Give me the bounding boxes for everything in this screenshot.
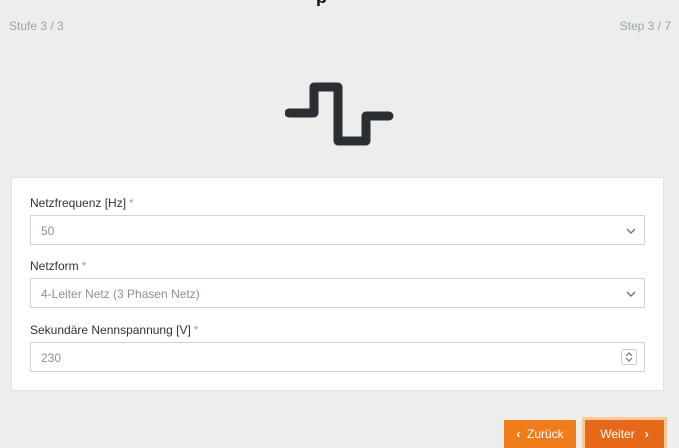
- next-button[interactable]: Weiter ›: [585, 420, 664, 448]
- square-wave-icon: [285, 82, 394, 146]
- cut-off-title-glyph: p: [316, 0, 327, 6]
- secondary-voltage-input[interactable]: 230: [30, 342, 645, 372]
- back-button[interactable]: ‹ Zurück: [504, 420, 576, 448]
- chevron-right-icon: ›: [644, 427, 649, 441]
- top-cut-off-title: p: [0, 0, 679, 6]
- number-stepper[interactable]: [621, 349, 637, 365]
- required-mark: *: [129, 196, 134, 210]
- network-type-select[interactable]: 4-Leiter Netz (3 Phasen Netz): [30, 278, 645, 308]
- frequency-value: 50: [41, 224, 55, 238]
- network-type-value: 4-Leiter Netz (3 Phasen Netz): [41, 287, 200, 301]
- frequency-select[interactable]: 50: [30, 215, 645, 245]
- secondary-voltage-label-text: Sekundäre Nennspannung [V]: [30, 323, 191, 337]
- next-button-label: Weiter: [600, 427, 635, 441]
- chevron-down-icon: [626, 228, 636, 234]
- settings-form-card: Netzfrequenz [Hz] * 50 Netzform * 4-Leiter…: [11, 177, 664, 391]
- secondary-voltage-value: 230: [41, 351, 62, 365]
- step-indicator-left: Stufe 3 / 3: [9, 19, 64, 33]
- step-indicator-right: Step 3 / 7: [619, 19, 671, 33]
- secondary-voltage-label: Sekundäre Nennspannung [V] *: [30, 323, 198, 337]
- stepper-arrows-icon: [625, 352, 633, 362]
- required-mark: *: [81, 259, 87, 273]
- frequency-label-text: Netzfrequenz [Hz]: [30, 196, 127, 210]
- chevron-left-icon: ‹: [516, 427, 521, 441]
- frequency-label: Netzfrequenz [Hz] *: [30, 196, 134, 210]
- network-type-label: Netzform *: [30, 259, 86, 273]
- chevron-down-icon: [626, 291, 636, 297]
- back-button-label: Zurück: [526, 427, 564, 441]
- network-type-label-text: Netzform: [30, 259, 79, 273]
- required-mark: *: [193, 323, 199, 337]
